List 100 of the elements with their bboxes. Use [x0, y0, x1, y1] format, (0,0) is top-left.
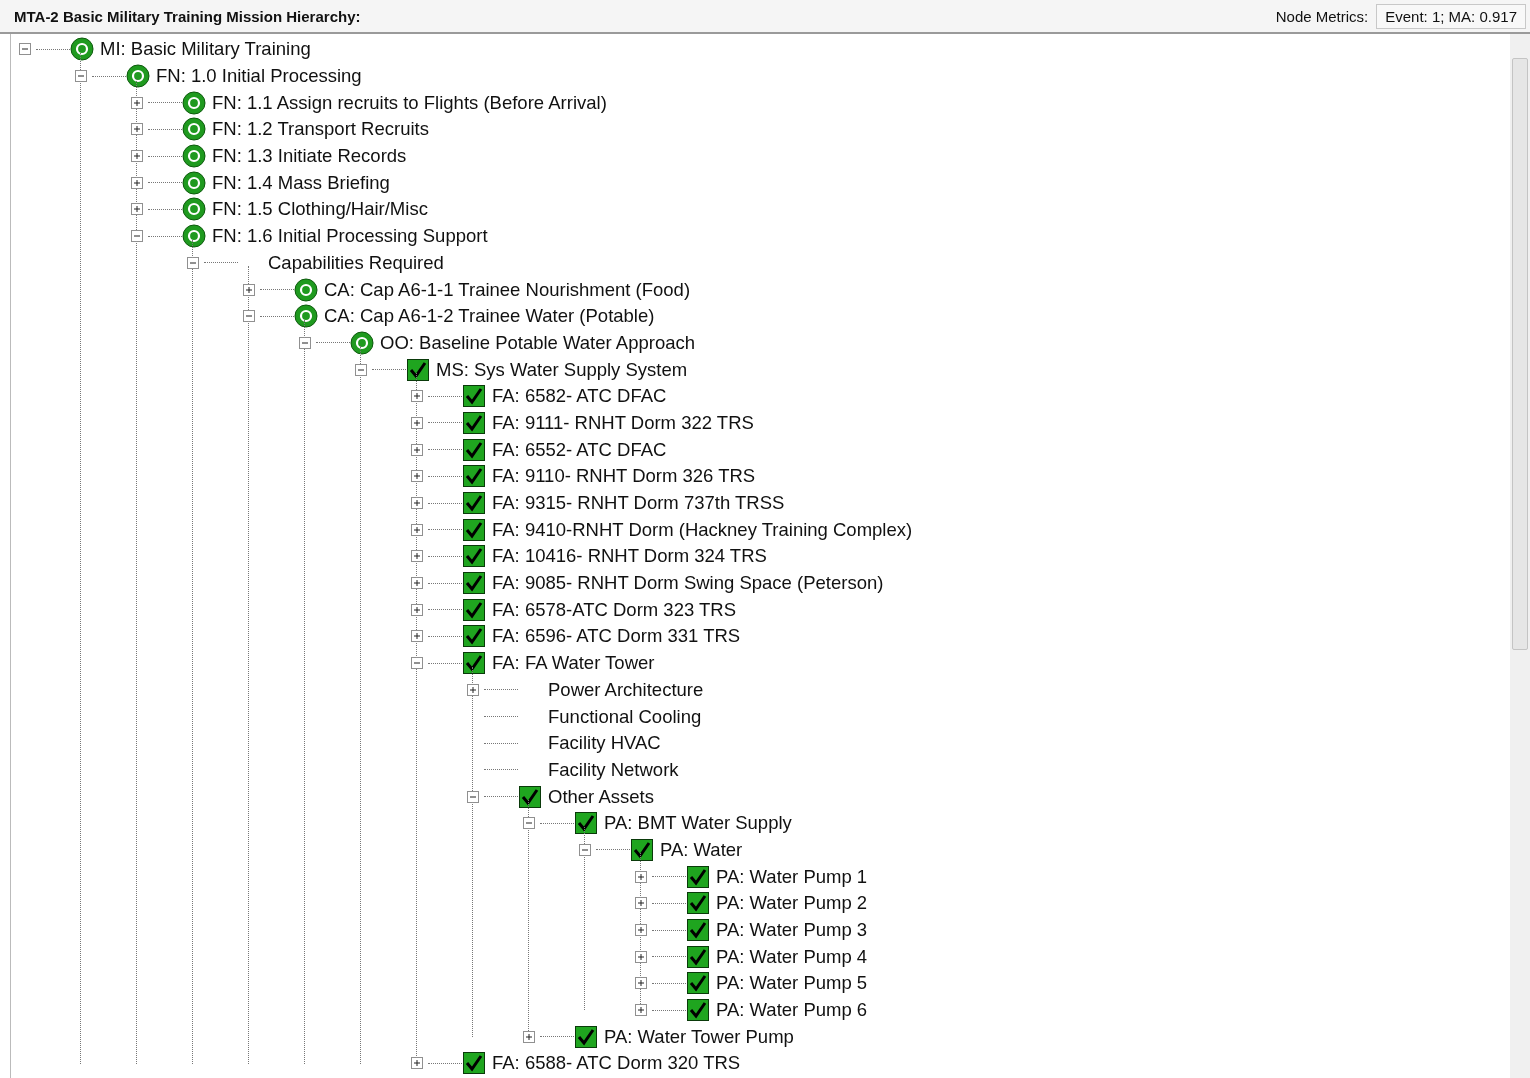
tree-item[interactable]: FN: 1.2 Transport Recruits [212, 118, 429, 141]
expand-icon[interactable] [467, 683, 479, 696]
checkbox-icon [687, 892, 709, 915]
collapse-icon[interactable] [243, 310, 255, 323]
expand-icon[interactable] [131, 176, 143, 189]
expand-icon[interactable] [635, 977, 647, 990]
collapse-icon[interactable] [187, 256, 199, 269]
tree-item[interactable]: Power Architecture [548, 678, 704, 701]
collapse-icon[interactable] [579, 843, 591, 856]
tree-item[interactable]: FA: 9315- RNHT Dorm 737th TRSS [492, 492, 785, 515]
panel-title: MTA-2 Basic Military Training Mission Hierarchy: [14, 7, 361, 25]
expand-icon[interactable] [411, 603, 423, 616]
tree-item[interactable]: CA: Cap A6-1-2 Trainee Water (Potable) [324, 305, 655, 328]
tree-item[interactable]: FA: 9410-RNHT Dorm (Hackney Training Complex) [492, 518, 913, 541]
tree-item[interactable]: FN: 1.1 Assign recruits to Flights (Before Arrival) [212, 91, 607, 114]
tree-item[interactable]: PA: Water Pump 3 [716, 919, 868, 942]
tree-item[interactable]: PA: Water Pump 5 [716, 972, 868, 995]
target-icon [182, 117, 206, 142]
expand-icon[interactable] [635, 950, 647, 963]
target-icon [126, 64, 150, 89]
tree-item[interactable]: FN: 1.6 Initial Processing Support [212, 225, 488, 248]
tree-item[interactable]: Facility HVAC [548, 732, 661, 755]
expand-icon[interactable] [635, 924, 647, 937]
tree-item[interactable]: FA: 6588- ATC Dorm 320 TRS [492, 1052, 741, 1075]
tree-item[interactable]: PA: BMT Water Supply [604, 812, 792, 835]
tree-item[interactable]: FA: 10416- RNHT Dorm 324 TRS [492, 545, 767, 568]
expand-icon[interactable] [411, 577, 423, 590]
expand-icon[interactable] [131, 150, 143, 163]
tree-item[interactable]: FA: 9110- RNHT Dorm 326 TRS [492, 465, 756, 488]
expand-icon[interactable] [411, 630, 423, 643]
checkbox-icon [463, 411, 485, 434]
tree-item[interactable]: FN: 1.0 Initial Processing [156, 65, 362, 88]
checkbox-icon [463, 598, 485, 621]
checkbox-icon [519, 785, 541, 808]
tree-item[interactable]: PA: Water [660, 838, 743, 861]
tree-item[interactable]: FA: 9111- RNHT Dorm 322 TRS [492, 411, 754, 434]
collapse-icon[interactable] [19, 43, 31, 56]
checkbox-icon [631, 838, 653, 861]
collapse-icon[interactable] [411, 657, 423, 670]
tree-item[interactable]: PA: Water Tower Pump [604, 1025, 794, 1048]
checkbox-icon [463, 572, 485, 595]
tree-item[interactable]: PA: Water Pump 6 [716, 999, 868, 1022]
tree-item[interactable]: Other Assets [548, 785, 654, 808]
expand-icon[interactable] [635, 1004, 647, 1017]
tree-item[interactable]: FN: 1.3 Initiate Records [212, 145, 407, 168]
expand-icon[interactable] [411, 390, 423, 403]
tree-item[interactable]: OO: Baseline Potable Water Approach [380, 331, 695, 354]
target-icon [182, 197, 206, 222]
tree-item[interactable]: MS: Sys Water Supply System [436, 358, 688, 381]
collapse-icon[interactable] [75, 70, 87, 83]
collapse-icon[interactable] [131, 230, 143, 243]
tree-item[interactable]: PA: Water Pump 2 [716, 892, 868, 915]
target-icon [182, 224, 206, 249]
target-icon [182, 170, 206, 195]
expand-icon[interactable] [131, 123, 143, 136]
tree-item[interactable]: PA: Water Pump 4 [716, 945, 868, 968]
expand-icon[interactable] [411, 470, 423, 483]
checkbox-icon [687, 945, 709, 968]
checkbox-icon [463, 625, 485, 648]
expand-icon[interactable] [131, 96, 143, 109]
collapse-icon[interactable] [467, 790, 479, 803]
expand-icon[interactable] [635, 870, 647, 883]
tree-item[interactable]: FN: 1.5 Clothing/Hair/Misc [212, 198, 428, 221]
checkbox-icon [687, 919, 709, 942]
expand-icon[interactable] [523, 1030, 535, 1043]
tree-item[interactable]: CA: Cap A6-1-1 Trainee Nourishment (Food) [324, 278, 691, 301]
expand-icon[interactable] [411, 550, 423, 563]
checkbox-icon [463, 518, 485, 541]
checkbox-icon [687, 972, 709, 995]
tree-item[interactable]: FA: 6582- ATC DFAC [492, 385, 667, 408]
expand-icon[interactable] [243, 283, 255, 296]
tree-item[interactable]: FN: 1.4 Mass Briefing [212, 171, 390, 194]
expand-icon[interactable] [635, 897, 647, 910]
checkbox-icon [687, 865, 709, 888]
collapse-icon[interactable] [299, 336, 311, 349]
scrollbar-thumb[interactable] [1512, 58, 1528, 650]
expand-icon[interactable] [131, 203, 143, 216]
checkbox-icon [575, 1025, 597, 1048]
tree-item[interactable]: Facility Network [548, 758, 679, 781]
target-icon [294, 277, 318, 302]
target-icon [350, 330, 374, 355]
tree-item[interactable]: MI: Basic Military Training [100, 38, 311, 61]
collapse-icon[interactable] [523, 817, 535, 830]
tree-item[interactable]: FA: 6578-ATC Dorm 323 TRS [492, 598, 736, 621]
expand-icon[interactable] [411, 1057, 423, 1070]
tree-item[interactable]: FA: 9085- RNHT Dorm Swing Space (Peterson) [492, 572, 884, 595]
tree-item[interactable]: Functional Cooling [548, 705, 702, 728]
expand-icon[interactable] [411, 443, 423, 456]
metrics-label: Node Metrics: [1275, 7, 1369, 25]
tree-item[interactable]: Capabilities Required [268, 251, 444, 274]
tree-item[interactable]: FA: 6596- ATC Dorm 331 TRS [492, 625, 741, 648]
tree-item[interactable]: FA: FA Water Tower [492, 652, 655, 675]
expand-icon[interactable] [411, 416, 423, 429]
expand-icon[interactable] [411, 523, 423, 536]
tree-item[interactable]: PA: Water Pump 1 [716, 865, 868, 888]
target-icon [182, 90, 206, 115]
collapse-icon[interactable] [355, 363, 367, 376]
expand-icon[interactable] [411, 497, 423, 510]
tree-item[interactable]: FA: 6552- ATC DFAC [492, 438, 667, 461]
checkbox-icon [463, 1052, 485, 1075]
